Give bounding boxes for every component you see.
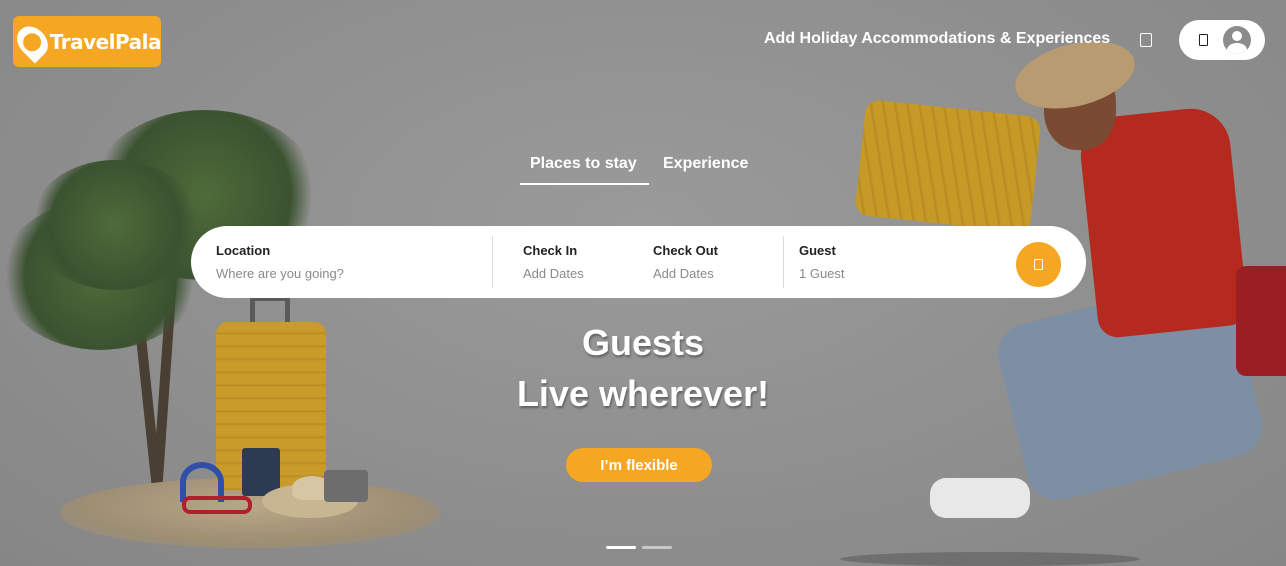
brand-logo[interactable]: TravelPala xyxy=(10,16,162,67)
check-in-label: Check In xyxy=(523,243,578,258)
guest-input[interactable]: 1 Guest xyxy=(799,266,845,281)
menu-icon xyxy=(1199,34,1208,46)
check-in-input[interactable]: Add Dates xyxy=(523,266,584,281)
check-out-input[interactable]: Add Dates xyxy=(653,266,714,281)
person-shoe xyxy=(930,478,1030,518)
guest-field[interactable]: Guest 1 Guest xyxy=(784,226,984,298)
check-out-field[interactable]: Check Out Add Dates xyxy=(623,226,783,298)
check-out-label: Check Out xyxy=(653,243,719,258)
sunglasses xyxy=(182,496,252,514)
im-flexible-button[interactable]: I’m flexible xyxy=(566,448,712,482)
location-pin-icon xyxy=(10,20,54,63)
check-in-field[interactable]: Check In Add Dates xyxy=(493,226,623,298)
brand-name: TravelPala xyxy=(49,29,162,54)
search-bar: Location Where are you going? Check In A… xyxy=(191,226,1086,298)
location-field[interactable]: Location Where are you going? xyxy=(191,226,491,298)
tab-experience[interactable]: Experience xyxy=(663,155,748,173)
person-shadow xyxy=(840,552,1140,566)
search-icon xyxy=(1034,259,1043,270)
location-label: Location xyxy=(216,243,271,258)
active-tab-indicator xyxy=(520,183,649,185)
tab-places-to-stay[interactable]: Places to stay xyxy=(530,155,637,173)
search-button[interactable] xyxy=(1016,242,1061,287)
hero-headline-line1: Guests xyxy=(581,322,705,363)
user-menu-button[interactable] xyxy=(1179,20,1265,60)
camera xyxy=(324,470,368,502)
location-input[interactable]: Where are you going? xyxy=(216,266,344,281)
guest-label: Guest xyxy=(799,243,836,258)
palm-leaves xyxy=(30,160,200,290)
hero-headline-line2: Live wherever! xyxy=(516,373,770,414)
globe-icon[interactable] xyxy=(1140,33,1152,47)
add-accommodations-link[interactable]: Add Holiday Accommodations & Experiences xyxy=(764,30,1110,48)
user-avatar-icon xyxy=(1223,26,1251,54)
carousel-dot[interactable] xyxy=(642,546,672,549)
flying-suitcase xyxy=(854,99,1042,233)
carousel-dot-active[interactable] xyxy=(606,546,636,549)
